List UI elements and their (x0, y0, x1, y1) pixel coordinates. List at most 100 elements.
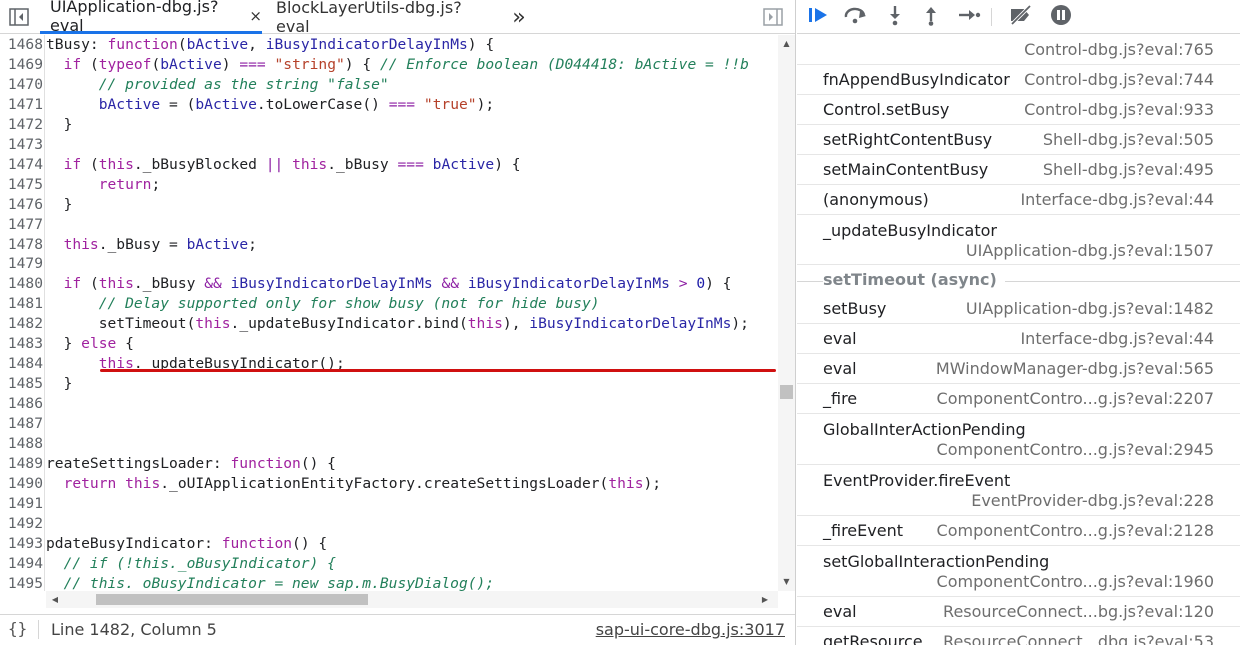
code-line[interactable]: 1476 } (0, 195, 778, 215)
code-token: bActive (160, 55, 222, 73)
line-number[interactable]: 1473 (0, 135, 43, 155)
vertical-scroll-thumb[interactable] (780, 385, 793, 399)
line-number[interactable]: 1493 (0, 534, 43, 554)
line-number[interactable]: 1475 (0, 175, 43, 195)
line-number[interactable]: 1495 (0, 574, 43, 591)
line-number[interactable]: 1486 (0, 394, 43, 414)
tab-uiapplication[interactable]: UIApplication-dbg.js?eval × (40, 0, 262, 35)
call-frame[interactable]: setMainContentBusy Shell-dbg.js?eval:495 (797, 155, 1240, 185)
call-frame[interactable]: setGlobalInteractionPending ComponentCont… (797, 546, 1240, 597)
call-frame[interactable]: eval MWindowManager-dbg.js?eval:565 (797, 354, 1240, 384)
line-number[interactable]: 1482 (0, 314, 43, 334)
code-editor[interactable]: 1468 tBusy: function(bActive, iBusyIndica… (0, 35, 778, 591)
code-line[interactable]: 1488 (0, 434, 778, 454)
scroll-right-icon[interactable]: ▶ (758, 591, 772, 608)
navigator-toggle-icon[interactable] (6, 0, 32, 34)
call-frame[interactable]: GlobalInterActionPending ComponentContro.… (797, 414, 1240, 465)
more-tabs-icon[interactable]: » (506, 0, 532, 34)
resume-button[interactable] (805, 4, 833, 30)
code-token: > (678, 275, 688, 293)
horizontal-scroll-thumb[interactable] (96, 594, 368, 605)
call-frame[interactable]: fnAppendBusyIndicator Control-dbg.js?eval… (797, 65, 1240, 95)
line-number[interactable]: 1478 (0, 235, 43, 255)
code-line[interactable]: 1470 // provided as the string "false" (0, 75, 778, 95)
line-number[interactable]: 1476 (0, 195, 43, 215)
code-line[interactable]: 1477 (0, 215, 778, 235)
debugger-toggle-icon[interactable] (760, 0, 786, 34)
code-line[interactable]: 1489 reateSettingsLoader: function() { (0, 454, 778, 474)
code-line[interactable]: 1492 (0, 514, 778, 534)
step-button[interactable] (955, 4, 983, 30)
code-line[interactable]: 1482 setTimeout(this._updateBusyIndicato… (0, 314, 778, 334)
call-frame[interactable]: EventProvider.fireEvent EventProvider-dbg… (797, 465, 1240, 516)
code-line[interactable]: 1472 } (0, 115, 778, 135)
code-line[interactable]: 1485 } (0, 374, 778, 394)
horizontal-scrollbar[interactable]: ◀ ▶ (46, 591, 778, 608)
call-frame[interactable]: _updateBusyIndicator UIApplication-dbg.js… (797, 215, 1240, 265)
line-number[interactable]: 1480 (0, 274, 43, 294)
code-line[interactable]: 1491 (0, 494, 778, 514)
line-number[interactable]: 1468 (0, 35, 43, 55)
code-line[interactable]: 1495 // this._oBusyIndicator = new sap.m… (0, 574, 778, 591)
line-number[interactable]: 1481 (0, 294, 43, 314)
line-number[interactable]: 1488 (0, 434, 43, 454)
line-number[interactable]: 1489 (0, 454, 43, 474)
call-frame[interactable]: (anonymous) Interface-dbg.js?eval:44 (797, 185, 1240, 215)
scroll-left-icon[interactable]: ◀ (48, 591, 62, 608)
line-number[interactable]: 1490 (0, 474, 43, 494)
call-frame[interactable]: eval Interface-dbg.js?eval:44 (797, 324, 1240, 354)
call-frame[interactable]: Control.setBusy Control-dbg.js?eval:933 (797, 95, 1240, 125)
vertical-scrollbar[interactable]: ▲ ▼ (778, 35, 795, 591)
deactivate-breakpoints-button[interactable] (1007, 4, 1035, 30)
frame-function: _updateBusyIndicator (823, 221, 997, 240)
line-number[interactable]: 1477 (0, 215, 43, 235)
code-line[interactable]: 1486 (0, 394, 778, 414)
code-line[interactable]: 1490 return this._oUIApplicationEntityFa… (0, 474, 778, 494)
call-frame[interactable]: getResource ResourceConnect...dbg.js?eval… (797, 627, 1240, 645)
call-frame[interactable]: _fireEvent ComponentContro...g.js?eval:21… (797, 516, 1240, 546)
line-number[interactable]: 1485 (0, 374, 43, 394)
call-frame[interactable]: Control-dbg.js?eval:765 (797, 35, 1240, 65)
code-token: ._bBusy (327, 155, 398, 173)
line-number[interactable]: 1471 (0, 95, 43, 115)
code-line[interactable]: 1483 } else { (0, 334, 778, 354)
call-frame[interactable]: setBusy UIApplication-dbg.js?eval:1482 (797, 294, 1240, 324)
step-out-button[interactable] (917, 4, 945, 30)
line-number[interactable]: 1469 (0, 55, 43, 75)
tab-blocklayerutils[interactable]: BlockLayerUtils-dbg.js?eval (266, 0, 486, 36)
call-frame[interactable]: eval ResourceConnect...bg.js?eval:120 (797, 597, 1240, 627)
line-number[interactable]: 1483 (0, 334, 43, 354)
source-link[interactable]: sap-ui-core-dbg.js:3017 (596, 620, 785, 639)
scroll-down-icon[interactable]: ▼ (778, 575, 795, 589)
code-line[interactable]: 1480 if (this._bBusy && iBusyIndicatorDe… (0, 274, 778, 294)
code-line[interactable]: 1471 bActive = (bActive.toLowerCase() ==… (0, 95, 778, 115)
code-line[interactable]: 1481 // Delay supported only for show bu… (0, 294, 778, 314)
pause-on-exceptions-button[interactable] (1047, 4, 1075, 30)
code-line[interactable]: 1487 (0, 414, 778, 434)
line-number[interactable]: 1492 (0, 514, 43, 534)
code-line[interactable]: 1493 pdateBusyIndicator: function() { (0, 534, 778, 554)
line-number[interactable]: 1470 (0, 75, 43, 95)
line-number[interactable]: 1474 (0, 155, 43, 175)
pretty-print-icon[interactable]: {} (8, 619, 27, 638)
line-number[interactable]: 1472 (0, 115, 43, 135)
line-number[interactable]: 1484 (0, 354, 43, 374)
call-frame[interactable]: _fire ComponentContro...g.js?eval:2207 (797, 384, 1240, 414)
code-line[interactable]: 1468 tBusy: function(bActive, iBusyIndica… (0, 35, 778, 55)
code-line[interactable]: 1469 if (typeof(bActive) === "string") {… (0, 55, 778, 75)
step-over-button[interactable] (842, 4, 870, 30)
code-line[interactable]: 1475 return; (0, 175, 778, 195)
close-icon[interactable]: × (249, 7, 262, 25)
line-number[interactable]: 1487 (0, 414, 43, 434)
code-line[interactable]: 1473 (0, 135, 778, 155)
code-line[interactable]: 1478 this._bBusy = bActive; (0, 235, 778, 255)
line-number[interactable]: 1479 (0, 254, 43, 274)
code-line[interactable]: 1474 if (this._bBusyBlocked || this._bBu… (0, 155, 778, 175)
line-number[interactable]: 1491 (0, 494, 43, 514)
step-into-button[interactable] (881, 4, 909, 30)
scroll-up-icon[interactable]: ▲ (778, 37, 795, 51)
call-frame[interactable]: setRightContentBusy Shell-dbg.js?eval:505 (797, 125, 1240, 155)
code-line[interactable]: 1479 (0, 254, 778, 274)
code-line[interactable]: 1494 // if (!this._oBusyIndicator) { (0, 554, 778, 574)
line-number[interactable]: 1494 (0, 554, 43, 574)
